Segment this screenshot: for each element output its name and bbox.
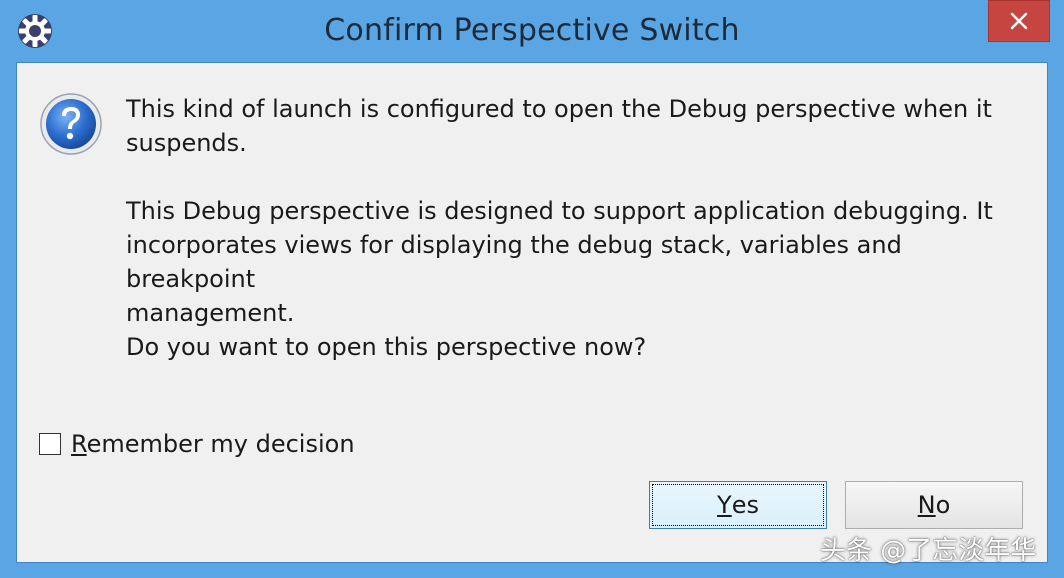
- dialog-window: Confirm Perspective Switch This kind of …: [0, 0, 1064, 578]
- dialog-body: This kind of launch is configured to ope…: [16, 62, 1048, 563]
- yes-button[interactable]: Yes: [649, 481, 827, 529]
- remember-decision-checkbox[interactable]: [39, 433, 61, 455]
- remember-mnemonic: R: [71, 430, 87, 458]
- message-text-1: This kind of launch is configured to ope…: [126, 95, 992, 157]
- message-text-2: This Debug perspective is designed to su…: [126, 197, 993, 327]
- no-mnemonic: N: [917, 491, 936, 519]
- watermark-text: 头条 @了忘淡年华: [820, 536, 1037, 566]
- remember-decision-label[interactable]: Remember my decision: [71, 430, 355, 458]
- remember-label-rest: emember my decision: [86, 430, 355, 458]
- yes-label-rest: es: [731, 491, 759, 519]
- window-title: Confirm Perspective Switch: [324, 13, 740, 48]
- message-text-3: Do you want to open this perspective now…: [126, 333, 647, 361]
- no-label-rest: o: [935, 491, 951, 519]
- remember-decision-option[interactable]: Remember my decision: [39, 427, 355, 461]
- no-button[interactable]: No: [845, 481, 1023, 529]
- title-bar[interactable]: Confirm Perspective Switch: [0, 0, 1064, 62]
- close-icon: [1010, 12, 1028, 30]
- question-icon: [40, 93, 102, 155]
- close-button[interactable]: [988, 0, 1050, 42]
- yes-mnemonic: Y: [717, 491, 732, 519]
